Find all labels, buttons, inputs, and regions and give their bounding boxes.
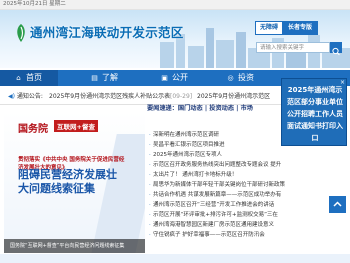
search-button[interactable] xyxy=(330,42,342,56)
news-section-headline[interactable]: 要闻速递：国门动态 | 投资动态 | 市场 xyxy=(147,103,253,112)
list-item[interactable]: · 吴昌平看汇银示范区项目推进 xyxy=(149,140,225,148)
accessibility-button[interactable]: 无障碍 xyxy=(255,21,283,35)
recruitment-popup[interactable]: 2025年通州湾示范区部分事业单位公开招聘工作人员面试通知书打印入口 × xyxy=(281,78,347,146)
list-item[interactable]: · 局思华为新媒体干部年轻干部关键岗位干部研讨新政策 xyxy=(149,180,285,188)
floating-side-button[interactable] xyxy=(329,196,346,213)
elderly-mode-button[interactable]: 长者专版 xyxy=(282,21,318,35)
home-icon: ⌂ xyxy=(16,74,21,82)
search-icon xyxy=(332,47,340,56)
list-item[interactable]: · 太出片了！ 通州湾打卡地标升级！ xyxy=(149,170,237,178)
nav-item-public[interactable]: ▣ 公开 xyxy=(160,70,188,86)
slide-headline: 阻碍民营经济发展壮大问题线索征集 xyxy=(18,168,117,195)
invest-icon: ◎ xyxy=(227,74,234,82)
search-input[interactable]: 请输入搜索关键字 xyxy=(256,42,330,53)
document-icon: ▣ xyxy=(161,74,168,82)
popup-close-icon[interactable]: × xyxy=(340,79,345,86)
site-title: 通州湾江海联动开发示范区 xyxy=(30,25,184,40)
top-bar: 2025年10月21日 星期二 xyxy=(0,0,350,10)
list-item[interactable]: · 守住锐疯子 护好幸福事——示范区召开防汛会 xyxy=(149,230,265,238)
speaker-icon: ◀) xyxy=(8,93,15,100)
notice-link-2[interactable]: 2025年9月份通州湾示范区 xyxy=(197,90,270,104)
bottom-strip xyxy=(0,254,350,263)
current-date: 2025年10月21日 星期二 xyxy=(3,1,66,7)
list-item[interactable]: · 通州湾示范区召开“三经营”开发工作推进会的讲话 xyxy=(149,200,274,208)
nav-item-about[interactable]: ▤ 了解 xyxy=(90,70,118,86)
list-item[interactable]: · 2025年通州湾示范区专项人 xyxy=(149,150,222,158)
list-item[interactable]: · 深新明在通州湾示范区调研 xyxy=(149,130,219,138)
nav-item-invest[interactable]: ◎ 投资 xyxy=(226,70,254,86)
slide-tag: 互联网+督查 xyxy=(54,120,98,132)
list-item[interactable]: · 通州湾海港智慧园区新建厂房示范区通用建设意义 xyxy=(149,220,274,228)
chevron-up-icon xyxy=(333,201,342,207)
header-banner: 通州湾江海联动开发示范区 无障碍 长者专版 请输入搜索关键字 xyxy=(0,10,350,68)
slide-org: 国务院 xyxy=(18,124,48,135)
news-carousel[interactable]: 国务院 互联网+督查 贯彻落实《中共中央 国务院关于促进民营经济发展壮大的意见》… xyxy=(4,112,145,253)
notice-link-1[interactable]: 2025年9月份通州湾示范区残疾人补贴公示表 xyxy=(49,90,170,104)
slide-caption[interactable]: 国务院“互联网+督查”平台向民营经济问题线索征集 xyxy=(4,239,145,253)
list-item[interactable]: · 示范区召开政务服务热线突出问题整改专题会议 提升 xyxy=(149,160,281,168)
notice-label: ◀) 通知公告: xyxy=(8,93,43,100)
book-icon: ▤ xyxy=(91,74,98,82)
site-logo-icon xyxy=(17,24,25,42)
popup-text: 2025年通州湾示范区部分事业单位公开招聘工作人员面试通知书打印入口 xyxy=(287,86,343,142)
list-item[interactable]: · 示范区开展“环评审批+排污许可+监测权交易”三在 xyxy=(149,210,278,218)
nav-item-home[interactable]: ⌂ 首页 xyxy=(0,70,58,86)
notice-date-1: [09-29] xyxy=(170,93,193,100)
list-item[interactable]: · 共话合作机遇 共谋发展新篇章——示范区成功举办有 xyxy=(149,190,281,198)
